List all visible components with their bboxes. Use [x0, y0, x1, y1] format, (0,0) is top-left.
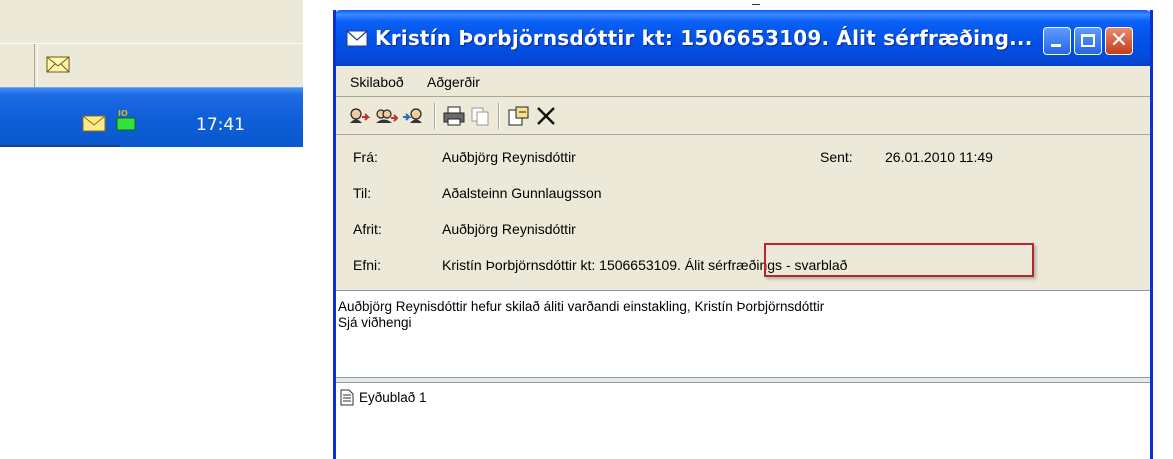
to-label: Til:	[353, 185, 372, 201]
body-line: Sjá viðhengi	[338, 315, 412, 330]
window-chrome-strip	[0, 0, 303, 44]
menu-item-skilabod[interactable]: Skilaboð	[350, 74, 404, 90]
copy-icon[interactable]	[468, 105, 492, 127]
attachment-name: Eyðublað 1	[359, 390, 427, 405]
attachments-pane: Eyðublað 1	[336, 382, 1150, 459]
toolbar-separator	[498, 103, 500, 129]
sent-value: 26.01.2010 11:49	[885, 149, 993, 165]
cc-value: Auðbjörg Reynisdóttir	[442, 221, 576, 237]
taskbar-crop: IO 17:41	[0, 0, 303, 147]
toolbar-separator	[34, 44, 38, 87]
menu-item-adgerdir[interactable]: Aðgerðir	[427, 74, 480, 90]
toolbar-separator	[434, 103, 436, 129]
menu-divider	[336, 96, 1150, 97]
maximize-button[interactable]	[1074, 27, 1102, 55]
document-icon	[340, 389, 354, 406]
message-window: Kristín Þorbjörnsdóttir kt: 1506653109. …	[333, 10, 1153, 459]
message-header: Frá: Auðbjörg Reynisdóttir Sent: 26.01.2…	[336, 136, 1150, 290]
message-body[interactable]: Auðbjörg Reynisdóttir hefur skilað áliti…	[336, 290, 1150, 378]
minimize-button[interactable]	[1043, 27, 1071, 55]
decorative-dash	[752, 4, 760, 5]
close-button[interactable]: ✕	[1105, 27, 1133, 55]
network-status-icon[interactable]: IO	[115, 109, 137, 131]
from-label: Frá:	[353, 149, 378, 165]
subject-highlight-box	[764, 243, 1034, 277]
envelope-icon	[346, 30, 368, 47]
sent-label: Sent:	[820, 149, 853, 165]
menu-bar: Skilaboð Aðgerðir	[336, 66, 1150, 96]
taskbar-edge	[0, 145, 120, 147]
close-icon: ✕	[1109, 28, 1129, 53]
print-icon[interactable]	[442, 105, 466, 127]
forward-icon[interactable]	[402, 105, 426, 127]
minimize-icon	[1051, 44, 1061, 47]
svg-text:IO: IO	[118, 109, 128, 118]
toolbar	[336, 98, 1150, 135]
body-line: Auðbjörg Reynisdóttir hefur skilað áliti…	[338, 299, 825, 314]
tray-clock[interactable]: 17:41	[196, 115, 245, 135]
envelope-icon[interactable]	[82, 115, 106, 132]
attachment-icon[interactable]	[506, 105, 530, 127]
from-value: Auðbjörg Reynisdóttir	[442, 149, 576, 165]
reply-all-icon[interactable]	[374, 105, 398, 127]
delete-icon[interactable]	[534, 105, 558, 127]
reply-icon[interactable]	[346, 105, 370, 127]
system-tray: IO 17:41	[0, 87, 303, 147]
subject-label: Efni:	[353, 257, 382, 273]
cc-label: Afrit:	[353, 221, 382, 237]
window-title: Kristín Þorbjörnsdóttir kt: 1506653109. …	[375, 26, 1033, 50]
toolbar-strip	[0, 43, 303, 88]
title-bar[interactable]: Kristín Þorbjörnsdóttir kt: 1506653109. …	[336, 10, 1150, 66]
attachment-item[interactable]: Eyðublað 1	[340, 389, 427, 409]
to-value: Aðalsteinn Gunnlaugsson	[442, 185, 602, 201]
envelope-icon[interactable]	[46, 55, 70, 74]
maximize-icon	[1081, 34, 1095, 47]
